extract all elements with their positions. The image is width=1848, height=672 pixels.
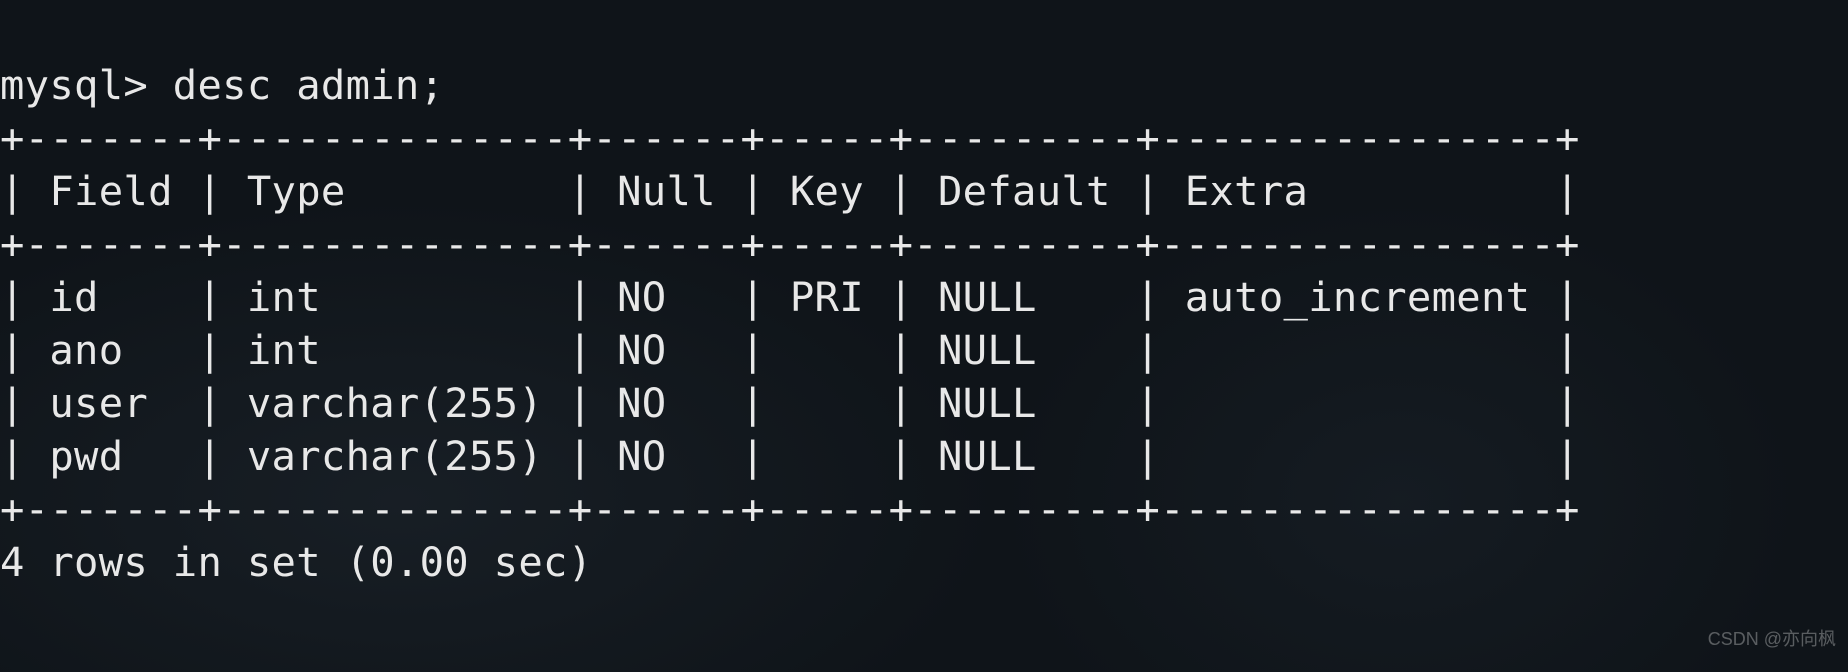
table-border-top: +-------+--------------+------+-----+---… <box>0 114 1580 162</box>
table-row: | ano | int | NO | | NULL | | <box>0 326 1580 374</box>
table-border-mid: +-------+--------------+------+-----+---… <box>0 220 1580 268</box>
terminal-output[interactable]: mysql> desc admin; +-------+------------… <box>0 0 1848 589</box>
table-row: | user | varchar(255) | NO | | NULL | | <box>0 379 1580 427</box>
result-footer: 4 rows in set (0.00 sec) <box>0 538 592 586</box>
prompt-line: mysql> desc admin; <box>0 61 444 109</box>
table-row: | id | int | NO | PRI | NULL | auto_incr… <box>0 273 1580 321</box>
table-header-row: | Field | Type | Null | Key | Default | … <box>0 167 1580 215</box>
watermark-text: CSDN @亦向枫 <box>1708 613 1836 666</box>
table-row: | pwd | varchar(255) | NO | | NULL | | <box>0 432 1580 480</box>
table-border-bottom: +-------+--------------+------+-----+---… <box>0 485 1580 533</box>
